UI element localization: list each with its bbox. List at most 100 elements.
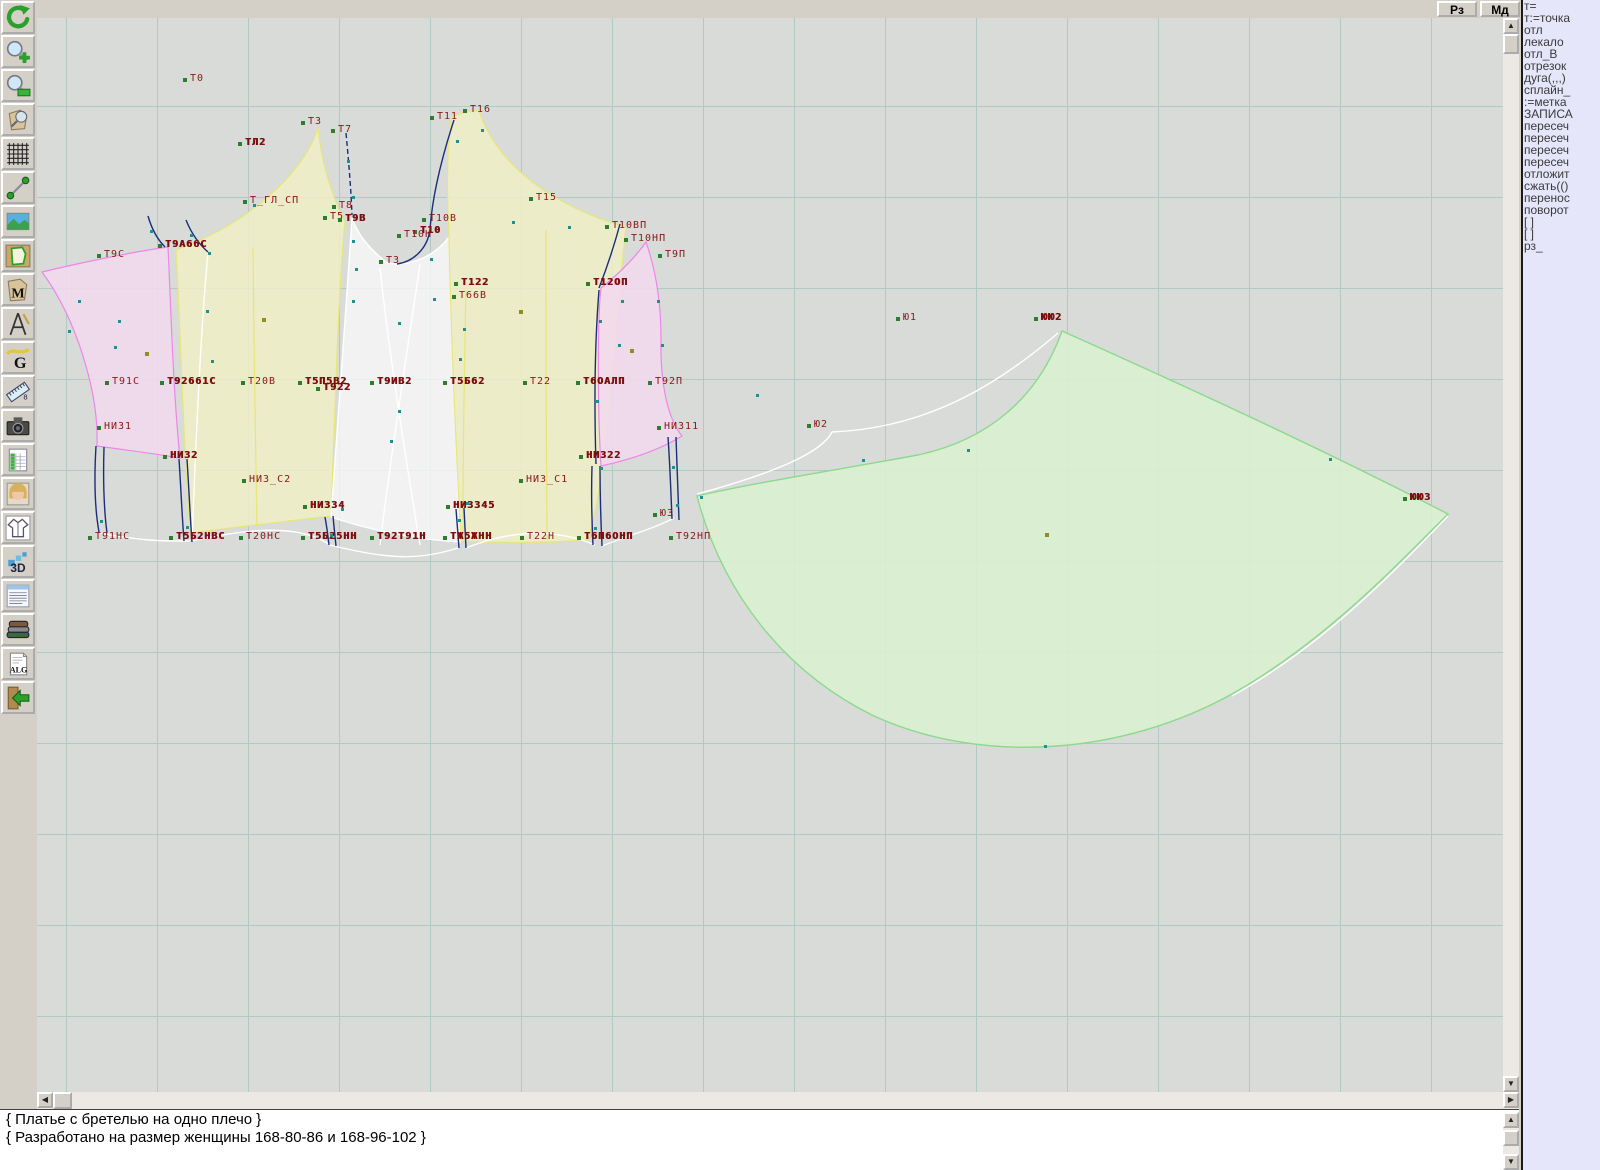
point-marker xyxy=(519,479,523,483)
curve-point-marker xyxy=(78,300,81,303)
curve-point-marker xyxy=(352,240,355,243)
camera-icon xyxy=(3,413,33,439)
point-marker xyxy=(331,129,335,133)
point-label: НИЗ22 xyxy=(586,450,621,461)
point-marker xyxy=(669,536,673,540)
point-label: Т92Т91Н xyxy=(377,531,426,542)
point-label: ТЖ5ЖНН xyxy=(450,531,492,542)
vscroll-track[interactable] xyxy=(1503,18,1519,1092)
scroll-down-icon[interactable]: ▼ xyxy=(1503,1076,1519,1092)
point-marker xyxy=(624,238,628,242)
point-marker xyxy=(243,200,247,204)
point-label: Ю3 xyxy=(660,508,674,519)
tool-grazia-g-button[interactable]: G xyxy=(1,341,35,374)
tool-ruler-button[interactable]: 8 xyxy=(1,375,35,408)
curve-point-marker xyxy=(352,300,355,303)
tool-3d-button[interactable]: 3D xyxy=(1,545,35,578)
canvas-vscrollbar[interactable]: ▲ ▼ xyxy=(1503,18,1519,1092)
message-vscroll-thumb[interactable] xyxy=(1503,1130,1519,1146)
tool-table-button[interactable] xyxy=(1,443,35,476)
scroll-left-icon[interactable]: ◀ xyxy=(37,1092,53,1108)
curve-point-marker xyxy=(206,310,209,313)
command-line[interactable]: [ ] xyxy=(1523,216,1600,228)
tool-piece-outline-button[interactable] xyxy=(1,239,35,272)
svg-text:8: 8 xyxy=(23,392,27,401)
scroll-up-icon[interactable]: ▲ xyxy=(1503,1112,1519,1128)
piece-skirt[interactable] xyxy=(697,331,1448,747)
tool-refresh-button[interactable] xyxy=(1,1,35,34)
point-label: Т10НП xyxy=(631,233,666,244)
tool-exit-button[interactable] xyxy=(1,681,35,714)
tool-books-button[interactable] xyxy=(1,613,35,646)
tool-compass-button[interactable] xyxy=(1,307,35,340)
curve-point-marker xyxy=(118,320,121,323)
scroll-down-icon[interactable]: ▼ xyxy=(1503,1154,1519,1170)
point-marker xyxy=(183,78,187,82)
tool-portrait-button[interactable] xyxy=(1,477,35,510)
tool-camera-button[interactable] xyxy=(1,409,35,442)
tool-zoom-in-button[interactable] xyxy=(1,35,35,68)
point-label: Т6ОАЛП xyxy=(583,376,625,387)
piece-center-marker xyxy=(145,352,149,356)
pattern-canvas[interactable]: Т0Т3Т7ТЛ2Т11Т16Т_ГЛ_СПТ8Т5Т9ВТ15Т10ВТ10Т… xyxy=(37,18,1503,1092)
curve-point-marker xyxy=(618,344,621,347)
point-label: ТЛ2 xyxy=(245,137,266,148)
point-label: Т20В xyxy=(248,376,276,387)
curve-point-marker xyxy=(347,160,350,163)
point-marker xyxy=(605,225,609,229)
point-marker xyxy=(370,536,374,540)
hscroll-thumb[interactable] xyxy=(53,1092,72,1109)
message-vscrollbar[interactable]: ▲ ▼ xyxy=(1503,1112,1519,1170)
curve-point-marker xyxy=(594,527,597,530)
vscroll-thumb[interactable] xyxy=(1503,34,1519,54)
tool-piece-m-button[interactable]: M xyxy=(1,273,35,306)
point-marker xyxy=(422,218,426,222)
command-panel[interactable]: т=т:=точкаотллекалоотл_Вотрезокдуга(,,,)… xyxy=(1521,0,1600,1170)
point-label: Т8 xyxy=(339,200,353,211)
curve-point-marker xyxy=(481,129,484,132)
point-label: Т91С xyxy=(112,376,140,387)
point-label: Т9С xyxy=(104,249,125,260)
curve-point-marker xyxy=(341,508,344,511)
view-piece-icon xyxy=(3,107,33,133)
grazia-g-icon: G xyxy=(3,345,33,371)
scroll-up-icon[interactable]: ▲ xyxy=(1503,18,1519,34)
tool-image-button[interactable] xyxy=(1,205,35,238)
curve-point-marker xyxy=(621,300,624,303)
exit-icon xyxy=(3,685,33,711)
jacket-sketch-icon xyxy=(3,515,33,541)
tool-segment-button[interactable] xyxy=(1,171,35,204)
tool-text-list-button[interactable] xyxy=(1,579,35,612)
point-label: Т9П xyxy=(665,249,686,260)
point-marker xyxy=(301,121,305,125)
point-marker xyxy=(1403,497,1407,501)
command-line[interactable]: поворот xyxy=(1523,204,1600,216)
scroll-right-icon[interactable]: ▶ xyxy=(1503,1092,1519,1108)
point-marker xyxy=(586,282,590,286)
tool-view-piece-button[interactable] xyxy=(1,103,35,136)
point-marker xyxy=(452,295,456,299)
tool-grid-button[interactable] xyxy=(1,137,35,170)
point-marker xyxy=(379,260,383,264)
piece-center-marker xyxy=(1045,533,1049,537)
tool-zoom-out-button[interactable] xyxy=(1,69,35,102)
refresh-icon xyxy=(3,5,33,31)
curve-point-marker xyxy=(186,526,189,529)
point-marker xyxy=(316,387,320,391)
point-marker xyxy=(163,455,167,459)
rz-button[interactable]: Рз xyxy=(1437,1,1477,17)
zoom-in-icon xyxy=(3,39,33,65)
point-label: Т16 xyxy=(470,104,491,115)
tool-algorithm-button[interactable]: ALG xyxy=(1,647,35,680)
md-button[interactable]: Мд xyxy=(1480,1,1520,17)
curve-point-marker xyxy=(100,520,103,523)
point-label: Т5Б2НВС xyxy=(176,531,225,542)
hscroll-track[interactable] xyxy=(37,1092,1519,1109)
piece-m-icon: M xyxy=(3,277,33,303)
curve-point-marker xyxy=(352,196,355,199)
command-line[interactable]: рз_ xyxy=(1523,240,1600,252)
canvas-hscrollbar[interactable]: ◀ ▶ xyxy=(37,1092,1519,1109)
point-marker xyxy=(242,479,246,483)
tool-jacket-sketch-button[interactable] xyxy=(1,511,35,544)
point-marker xyxy=(238,142,242,146)
